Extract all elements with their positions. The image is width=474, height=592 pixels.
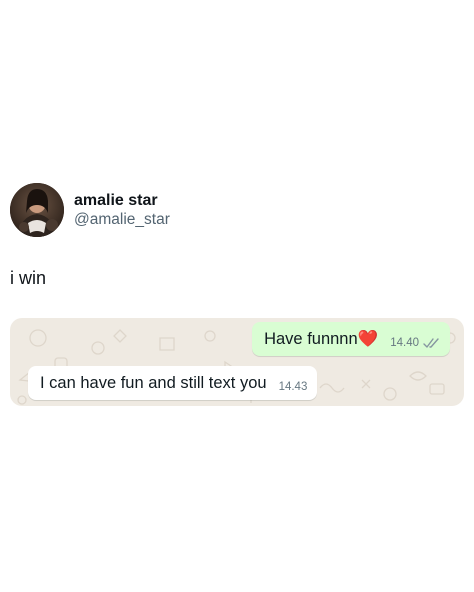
incoming-message-bubble[interactable]: I can have fun and still text you 14.43 (28, 366, 318, 400)
tweet-text: i win (10, 268, 47, 288)
incoming-message-text: I can have fun and still text you (40, 373, 267, 392)
avatar-photo (10, 183, 64, 237)
author-block: amalie star @amalie_star (74, 191, 170, 230)
display-name[interactable]: amalie star (74, 191, 170, 210)
incoming-message-meta: 14.43 (279, 381, 308, 393)
outgoing-message-time: 14.40 (390, 337, 419, 349)
outgoing-message-meta: 14.40 (390, 337, 440, 349)
post-header: amalie star @amalie_star (10, 183, 170, 237)
incoming-message-time: 14.43 (278, 381, 308, 393)
chat-screenshot: Have funnnn❤️ 14.40 I can have fun and s… (10, 318, 464, 406)
double-check-icon (423, 337, 439, 348)
outgoing-message-text: Have funnnn❤️ (264, 329, 379, 348)
handle[interactable]: @amalie_star (74, 211, 170, 230)
avatar[interactable] (10, 183, 64, 237)
outgoing-message-bubble[interactable]: Have funnnn❤️ 14.40 (252, 322, 450, 356)
